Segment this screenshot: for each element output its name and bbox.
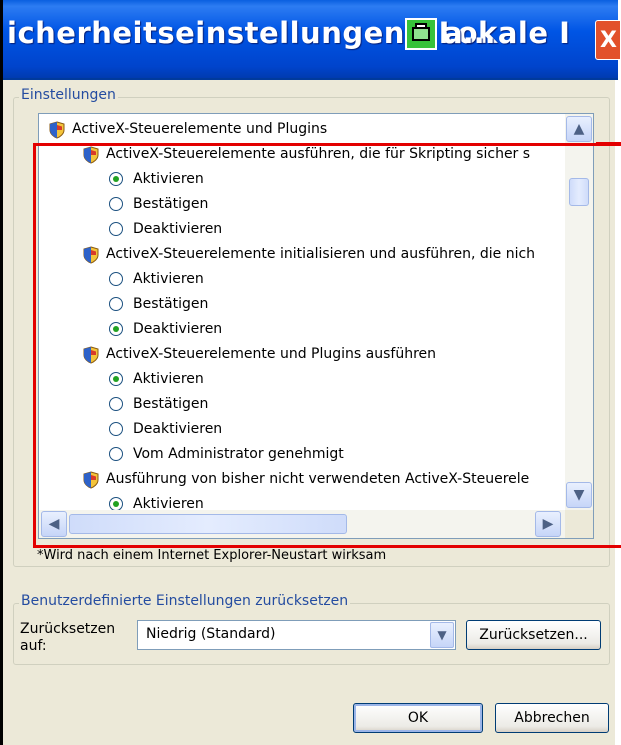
title-bar[interactable]: icherheitseinstellungen - Lokale I a... …	[3, 0, 621, 80]
cancel-button[interactable]: Abbrechen	[495, 703, 609, 733]
reset-to-label: Zurücksetzen	[20, 621, 116, 637]
reset-to-label-suffix: auf:	[20, 638, 47, 654]
reset-button[interactable]: Zurücksetzen...	[466, 620, 601, 650]
window-title-trail: a...	[443, 16, 496, 50]
printer-icon	[405, 18, 437, 50]
highlight-tick-top	[596, 142, 621, 145]
settings-group-label: Einstellungen	[19, 87, 118, 103]
scroll-up-button[interactable]: ▲	[566, 116, 592, 142]
ok-button[interactable]: OK	[353, 703, 483, 733]
highlight-tick-bottom	[596, 545, 621, 548]
reset-level-value: Niedrig (Standard)	[146, 626, 276, 642]
tree-item-label: ActiveX-Steuerelemente und Plugins	[72, 121, 328, 137]
chevron-down-icon[interactable]: ▼	[430, 622, 454, 648]
close-button[interactable]: X	[595, 20, 621, 60]
highlight-box	[33, 143, 621, 548]
reset-group-label: Benutzerdefinierte Einstellungen zurücks…	[19, 593, 351, 609]
shield-icon	[49, 121, 65, 139]
restart-note: *Wird nach einem Internet Explorer-Neust…	[37, 548, 387, 563]
reset-level-select[interactable]: Niedrig (Standard) ▼	[137, 620, 456, 650]
